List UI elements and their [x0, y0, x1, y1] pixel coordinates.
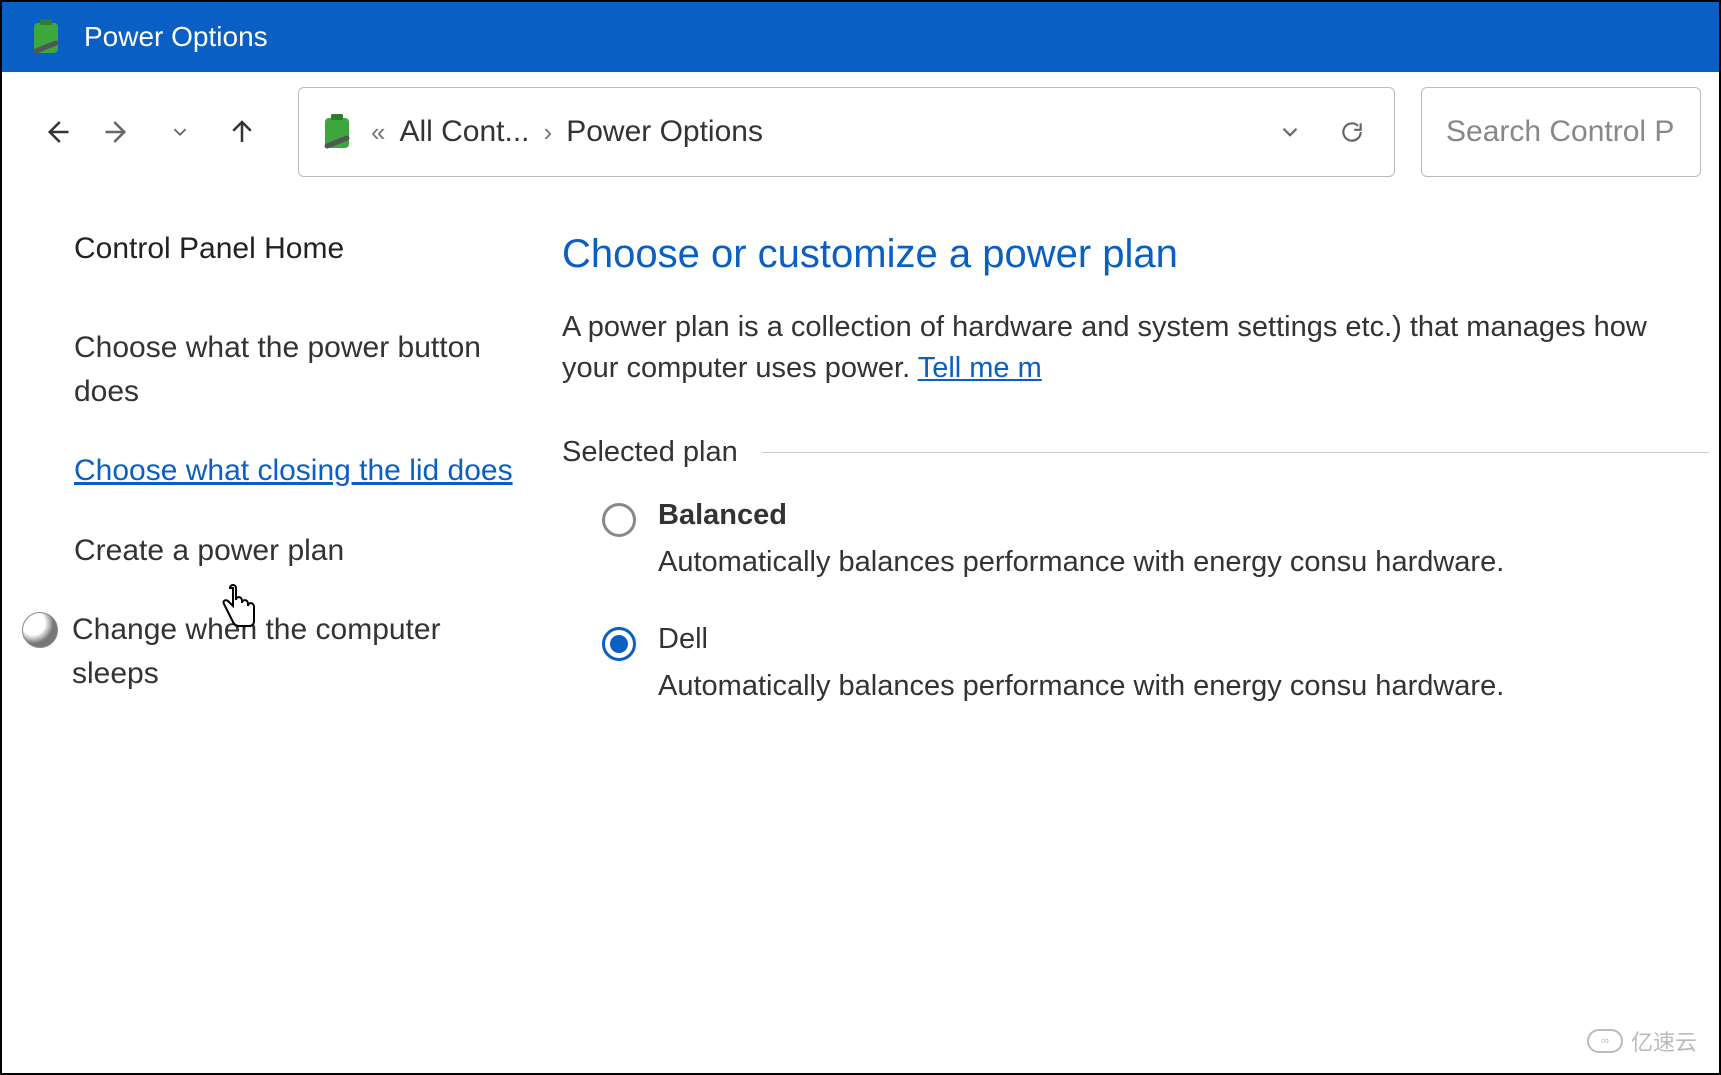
search-input[interactable]	[1444, 114, 1678, 150]
titlebar: Power Options	[2, 2, 1719, 72]
watermark-text: 亿速云	[1631, 1025, 1697, 1057]
radio-balanced[interactable]	[602, 503, 636, 537]
nav-row: « All Cont... › Power Options	[2, 72, 1719, 192]
window-title: Power Options	[84, 21, 268, 53]
link-create-power-plan[interactable]: Create a power plan	[74, 529, 526, 573]
plan-description: Automatically balances performance with …	[658, 666, 1504, 707]
watermark-icon: ∞	[1587, 1029, 1623, 1053]
divider	[762, 452, 1709, 453]
link-choose-power-button[interactable]: Choose what the power button does	[74, 326, 526, 413]
up-button[interactable]	[216, 106, 268, 158]
refresh-button[interactable]	[1328, 108, 1376, 156]
plan-balanced: Balanced Automatically balances performa…	[602, 499, 1709, 583]
link-change-sleep-label: Change when the computer sleeps	[72, 608, 526, 695]
tell-me-more-link[interactable]: Tell me m	[918, 352, 1042, 384]
chevron-right-icon[interactable]: ›	[544, 117, 553, 148]
battery-icon	[26, 17, 66, 57]
link-change-sleep[interactable]: Change when the computer sleeps	[22, 608, 526, 695]
recent-dropdown-button[interactable]	[154, 106, 206, 158]
page-heading: Choose or customize a power plan	[562, 232, 1709, 277]
watermark: ∞ 亿速云	[1587, 1025, 1697, 1057]
page-description: A power plan is a collection of hardware…	[562, 307, 1709, 388]
chevron-left-icon[interactable]: «	[371, 117, 385, 148]
forward-button[interactable]	[92, 106, 144, 158]
plan-description: Automatically balances performance with …	[658, 542, 1504, 583]
search-box[interactable]	[1421, 87, 1701, 177]
battery-icon	[317, 112, 357, 152]
content-area: Control Panel Home Choose what the power…	[2, 192, 1719, 746]
main-panel: Choose or customize a power plan A power…	[562, 232, 1719, 746]
address-dropdown-button[interactable]	[1266, 108, 1314, 156]
radio-dell[interactable]	[602, 627, 636, 661]
plan-dell: Dell Automatically balances performance …	[602, 623, 1709, 707]
back-button[interactable]	[30, 106, 82, 158]
sidebar: Control Panel Home Choose what the power…	[2, 232, 562, 746]
plan-name[interactable]: Dell	[658, 623, 1504, 656]
selected-plan-text: Selected plan	[562, 436, 738, 469]
plan-name[interactable]: Balanced	[658, 499, 1504, 532]
moon-icon	[22, 612, 58, 648]
description-text: A power plan is a collection of hardware…	[562, 311, 1647, 384]
link-choose-closing-lid[interactable]: Choose what closing the lid does	[74, 449, 526, 493]
selected-plan-label: Selected plan	[562, 436, 1709, 469]
breadcrumb-level1[interactable]: All Cont...	[399, 115, 529, 149]
breadcrumb-level2[interactable]: Power Options	[566, 115, 763, 149]
address-bar[interactable]: « All Cont... › Power Options	[298, 87, 1395, 177]
control-panel-home-link[interactable]: Control Panel Home	[74, 232, 526, 266]
